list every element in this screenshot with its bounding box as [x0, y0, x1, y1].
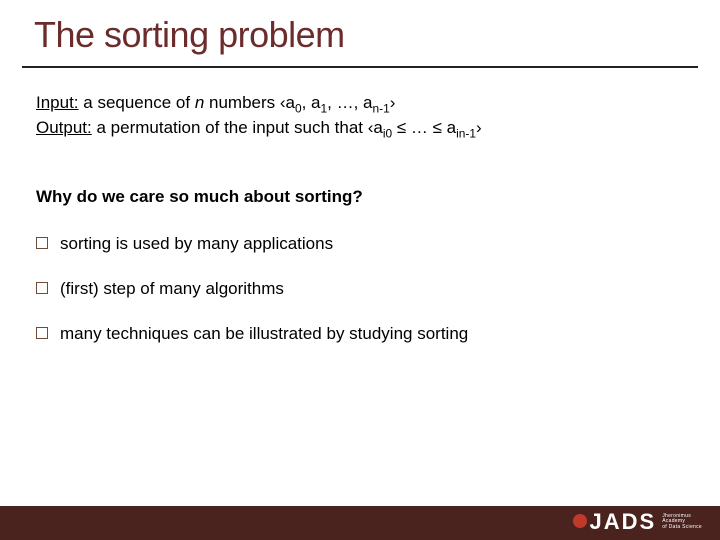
bullet-text: many techniques can be illustrated by st…	[60, 323, 468, 346]
slide: The sorting problem Input: a sequence of…	[0, 0, 720, 540]
input-sub-0: 0	[295, 101, 302, 115]
bullet-marker-icon	[36, 237, 48, 249]
bullet-text: sorting is used by many applications	[60, 233, 333, 256]
question-heading: Why do we care so much about sorting?	[36, 186, 684, 209]
brand-main: JADS	[590, 509, 657, 535]
input-sub-nm1: n-1	[373, 101, 390, 115]
brand-dot-icon	[573, 514, 587, 528]
output-sub-inm1: in-1	[456, 126, 476, 140]
input-line: Input: a sequence of n numbers ‹a0, a1, …	[36, 92, 684, 115]
output-label: Output:	[36, 118, 92, 137]
input-c2: , …, a	[327, 93, 372, 112]
output-close: ›	[476, 118, 482, 137]
bullet-marker-icon	[36, 327, 48, 339]
output-sub-i0: i0	[383, 126, 392, 140]
brand-logo: JADS Jheronimus Academy of Data Science	[573, 509, 703, 535]
output-mid: ≤ … ≤ a	[392, 118, 456, 137]
list-item: sorting is used by many applications	[36, 233, 684, 256]
list-item: many techniques can be illustrated by st…	[36, 323, 684, 346]
title-rule	[22, 66, 698, 68]
input-n: n	[195, 93, 204, 112]
footer-bar: JADS Jheronimus Academy of Data Science	[0, 506, 720, 540]
bullet-text: (first) step of many algorithms	[60, 278, 284, 301]
list-item: (first) step of many algorithms	[36, 278, 684, 301]
output-line: Output: a permutation of the input such …	[36, 117, 684, 140]
content-block: Input: a sequence of n numbers ‹a0, a1, …	[36, 92, 684, 368]
page-title: The sorting problem	[34, 14, 686, 56]
input-text-pre: a sequence of	[79, 93, 195, 112]
brand-sub-l3: of Data Science	[662, 524, 702, 530]
input-close: ›	[390, 93, 396, 112]
output-text-pre: a permutation of the input such that ‹a	[92, 118, 383, 137]
brand-sub: Jheronimus Academy of Data Science	[662, 514, 702, 530]
input-text-post: numbers ‹a	[204, 93, 295, 112]
bullet-marker-icon	[36, 282, 48, 294]
input-label: Input:	[36, 93, 79, 112]
bullet-list: sorting is used by many applications (fi…	[36, 233, 684, 346]
input-c1: , a	[302, 93, 321, 112]
